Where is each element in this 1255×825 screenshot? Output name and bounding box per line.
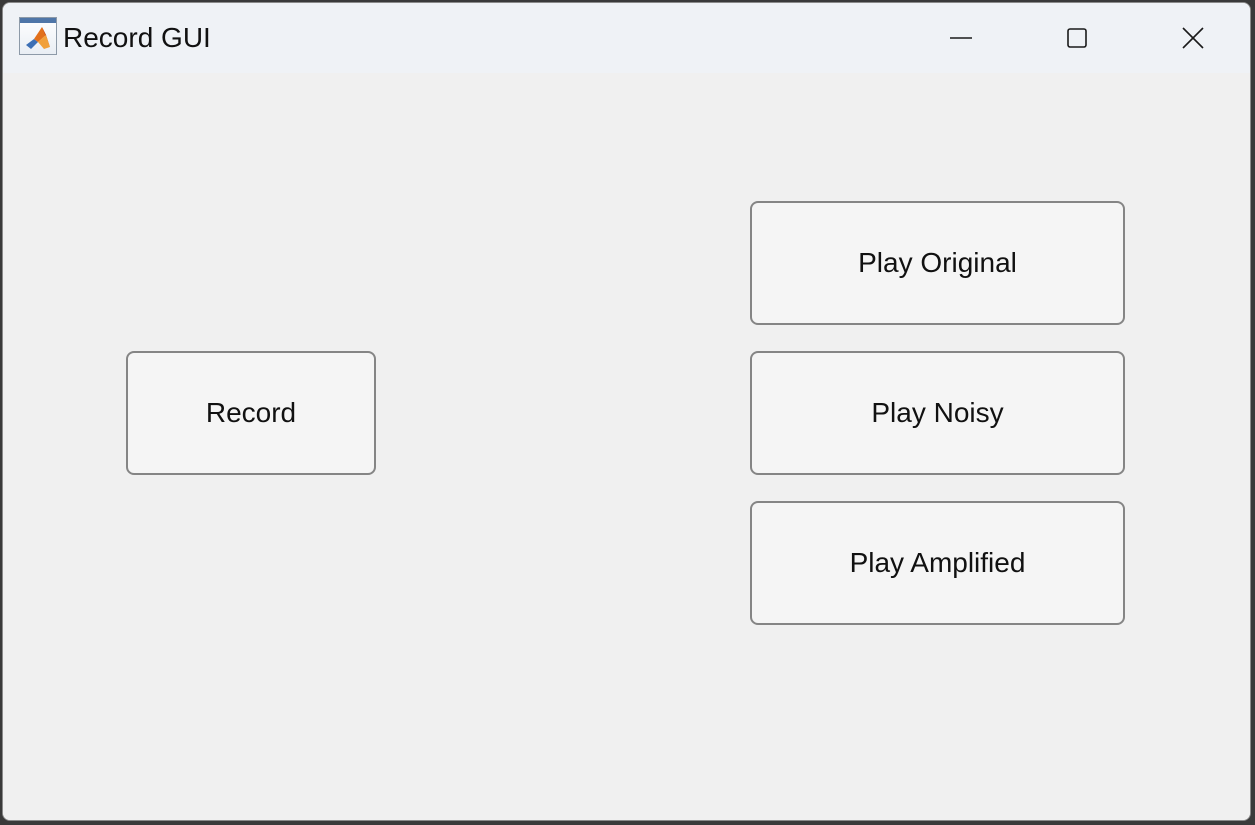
- matlab-icon: [19, 17, 57, 55]
- play-original-button[interactable]: Play Original: [750, 201, 1125, 325]
- app-window: Record GUI Record Play Original Play Noi…: [2, 2, 1251, 821]
- minimize-button[interactable]: [903, 3, 1019, 73]
- window-title: Record GUI: [63, 22, 211, 53]
- play-amplified-button[interactable]: Play Amplified: [750, 501, 1125, 625]
- figure-panel: Record Play Original Play Noisy Play Amp…: [3, 73, 1250, 820]
- title-bar[interactable]: Record GUI: [3, 3, 1250, 73]
- close-icon: [1182, 27, 1204, 49]
- record-button[interactable]: Record: [126, 351, 376, 475]
- minimize-icon: [950, 37, 972, 39]
- play-noisy-button[interactable]: Play Noisy: [750, 351, 1125, 475]
- maximize-button[interactable]: [1019, 3, 1135, 73]
- maximize-icon: [1067, 28, 1087, 48]
- close-button[interactable]: [1135, 3, 1250, 73]
